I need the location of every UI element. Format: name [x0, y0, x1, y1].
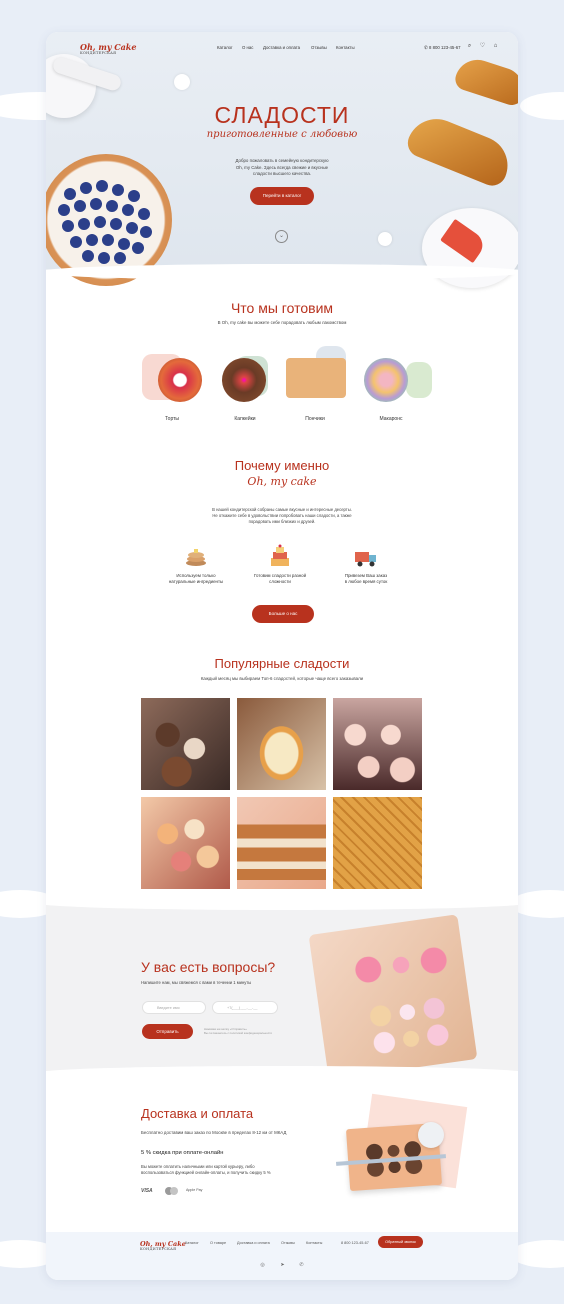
more-about-button[interactable]: Больше о нас	[252, 605, 314, 623]
popular-title: Популярные сладости	[214, 656, 350, 671]
hero-text: Добро пожаловать в семейную кондитерскую…	[186, 158, 378, 178]
footer-nav-product[interactable]: О товаре	[210, 1241, 226, 1245]
what-title: Что мы готовим	[230, 300, 334, 316]
tag-decor	[418, 1122, 444, 1148]
page: Oh, my Cake КОНДИТЕРСКАЯ Каталог О нас Д…	[46, 32, 518, 1280]
visa-icon: VISA	[141, 1188, 153, 1194]
feature-line: в любое время суток	[344, 579, 388, 584]
category-donuts[interactable]: Пончики	[280, 416, 350, 422]
popular-naked-cake[interactable]	[237, 797, 326, 889]
cart-icon[interactable]: ⌂	[492, 43, 499, 50]
feature-natural: Используем только натуральные ингредиенты	[156, 573, 236, 585]
mastercard-icon	[165, 1187, 179, 1195]
delivery-wave	[46, 1066, 518, 1080]
nav-about[interactable]: О нас	[242, 45, 253, 50]
chevron-down-icon[interactable]: ⌄	[275, 230, 288, 243]
nav-delivery[interactable]: Доставка и оплата	[263, 45, 300, 50]
why-script: Oh, my cake	[247, 475, 317, 488]
category-macarons[interactable]: Макаронс	[356, 416, 426, 422]
consent-line: Вы соглашаетесь с политикой конфиденциал…	[204, 1031, 272, 1035]
footer: Oh, my Cake КОНДИТЕРСКАЯ Каталог О товар…	[46, 1232, 518, 1280]
logo[interactable]: Oh, my Cake КОНДИТЕРСКАЯ	[80, 42, 136, 55]
hero-text-line: Oh, my Cake. Здесь всегда свежие и вкусн…	[235, 164, 329, 170]
footer-phone[interactable]: 8 800 123-45-67	[341, 1241, 369, 1245]
cake-icon	[271, 544, 289, 566]
feature-delivery: Привезем Ваш заказ в любое время суток	[326, 573, 406, 585]
hero-wave	[46, 264, 518, 280]
why-text-line: порадовать ими близких и друзей.	[248, 519, 316, 524]
popular-cheesecake[interactable]	[237, 698, 326, 790]
category-cupcakes[interactable]: Капкейки	[210, 416, 280, 422]
catalog-button[interactable]: Перейти в каталог	[250, 187, 314, 205]
cupcakes-box-decor	[360, 988, 458, 1060]
footer-logo[interactable]: Oh, my Cake КОНДИТЕРСКАЯ	[140, 1240, 186, 1251]
cupcake-image[interactable]	[222, 358, 266, 402]
discount-title: 5 % скидка при оплате-онлайн	[141, 1150, 224, 1156]
macaron-image[interactable]	[364, 358, 408, 402]
callback-button[interactable]: Обратный звонок	[378, 1236, 423, 1248]
nav-catalog[interactable]: Каталог	[217, 45, 233, 50]
footer-nav-contacts[interactable]: Контакты	[306, 1241, 322, 1245]
phone-input[interactable]: +7(___)___-__-__	[212, 1001, 278, 1014]
hero-section: Oh, my Cake КОНДИТЕРСКАЯ Каталог О нас Д…	[46, 32, 518, 288]
cake-image[interactable]	[158, 358, 202, 402]
nav-contacts[interactable]: Контакты	[336, 45, 355, 50]
questions-subtitle: Напишите нам, мы свяжемся с вами в течен…	[141, 980, 252, 985]
questions-title: У вас есть вопросы?	[141, 959, 276, 975]
flower-decor-2	[378, 232, 392, 246]
hero-title: СЛАДОСТИ	[214, 102, 350, 128]
hero-script: приготовленные с любовью	[206, 129, 358, 140]
consent-text: Нажимая на кнопку «Отправить» Вы соглаша…	[204, 1027, 272, 1035]
delivery-truck-icon	[355, 552, 376, 567]
why-title: Почему именно	[234, 458, 330, 473]
footer-nav-catalog[interactable]: Каталог	[185, 1241, 199, 1245]
popular-cakepops[interactable]	[141, 698, 230, 790]
name-input[interactable]: Введите имя	[142, 1001, 206, 1014]
send-button[interactable]: Отправить	[142, 1024, 193, 1039]
hero-text-line: Добро пожаловать в семейную кондитерскую	[235, 158, 329, 163]
why-text: В нашей кондитерской собраны самые вкусн…	[152, 507, 412, 525]
instagram-icon[interactable]: ◎	[259, 1262, 266, 1269]
whatsapp-icon[interactable]: ✆	[298, 1262, 305, 1269]
category-cakes[interactable]: Торты	[137, 416, 207, 422]
flower-decor	[174, 74, 190, 90]
croissant-top	[452, 54, 518, 108]
telegram-icon[interactable]: ➤	[279, 1262, 286, 1269]
footer-nav-reviews[interactable]: Отзывы	[281, 1241, 295, 1245]
apple-pay-icon: Apple Pay	[186, 1188, 203, 1192]
croissant-bottom	[403, 110, 517, 190]
feature-line: сложности	[269, 579, 291, 584]
delivery-text-line: воспользоваться функцией онлайн-оплаты, …	[141, 1170, 271, 1175]
hero-text-line: сладости высшего качества.	[252, 171, 312, 177]
nav-reviews[interactable]: Отзывы	[311, 45, 327, 50]
search-icon[interactable]: ⌕	[466, 43, 473, 50]
popular-macarons[interactable]	[141, 797, 230, 889]
questions-wave	[46, 896, 518, 910]
nav-phone[interactable]: 8 800 123-45-67	[429, 45, 461, 50]
feature-line: натуральные ингредиенты	[168, 579, 224, 584]
popular-subtitle: Каждый месяц мы выбираем Топ-6 сладостей…	[200, 676, 364, 681]
macaron-bg	[406, 362, 432, 398]
footer-nav-delivery[interactable]: Доставка и оплата	[237, 1241, 270, 1245]
what-subtitle: В Oh, my cake вы можете себе порадовать …	[217, 320, 347, 325]
phone-icon: ✆	[424, 45, 428, 50]
feature-complexity: Готовим сладости разной сложности	[240, 573, 320, 585]
pancakes-icon	[186, 549, 206, 566]
donut-image[interactable]	[286, 358, 346, 398]
delivery-text: Бесплатно доставим ваш заказ по Москве в…	[141, 1130, 287, 1135]
delivery-text-2: Вы можете оплатить наличными или картой …	[141, 1164, 271, 1176]
delivery-title: Доставка и оплата	[141, 1106, 254, 1121]
popular-cupcakes[interactable]	[333, 698, 422, 790]
popular-waffles[interactable]	[333, 797, 422, 889]
heart-icon[interactable]: ♡	[479, 43, 486, 50]
